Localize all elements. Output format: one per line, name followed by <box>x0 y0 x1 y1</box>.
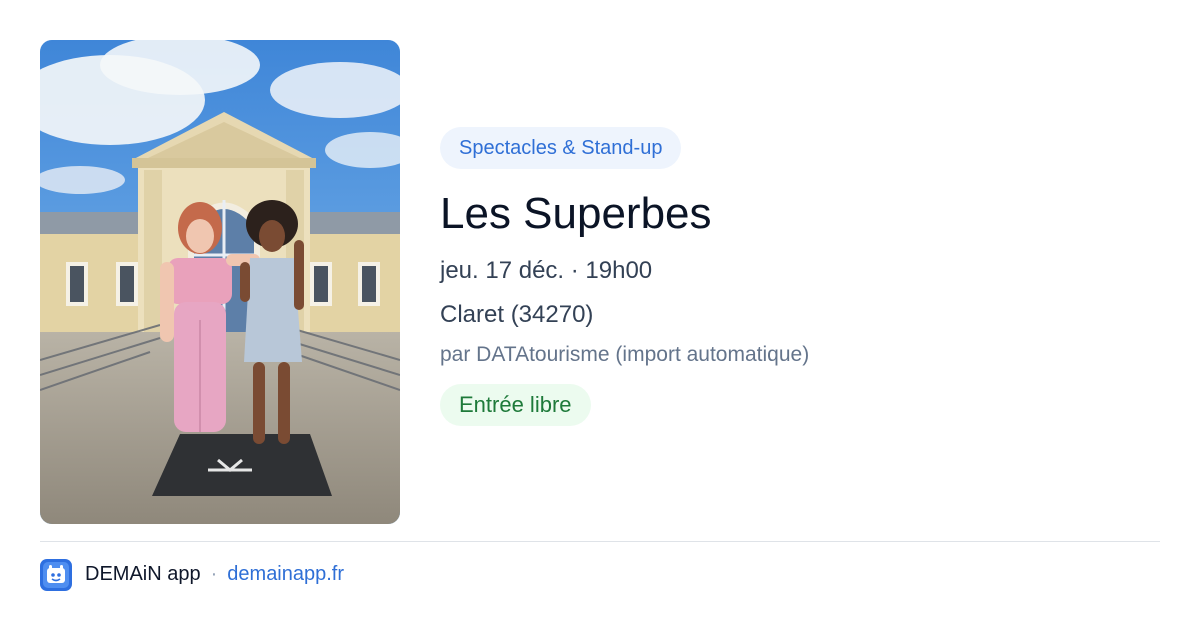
event-card[interactable]: Spectacles & Stand-up Les Superbes jeu. … <box>40 40 1160 524</box>
category-chip[interactable]: Spectacles & Stand-up <box>440 127 682 169</box>
app-website-link[interactable]: demainapp.fr <box>227 563 344 586</box>
footer-separator: · <box>210 563 218 585</box>
demain-app-icon[interactable] <box>40 558 72 591</box>
event-title[interactable]: Les Superbes <box>440 187 1140 241</box>
footer: DEMAiN app · demainapp.fr <box>40 558 344 591</box>
app-name: DEMAiN app <box>85 563 201 585</box>
event-photo-illustration <box>40 40 400 524</box>
price-chip: Entrée libre <box>440 384 591 426</box>
event-source: par DATAtourisme (import automatique) <box>440 343 810 366</box>
event-info: Spectacles & Stand-up Les Superbes jeu. … <box>440 127 1140 426</box>
event-datetime: jeu. 17 déc. · 19h00 <box>440 257 653 284</box>
event-photo <box>40 40 400 524</box>
event-location: Claret (34270) <box>440 301 594 328</box>
footer-divider <box>40 541 1160 542</box>
demain-app-icon-glyph <box>43 561 69 588</box>
